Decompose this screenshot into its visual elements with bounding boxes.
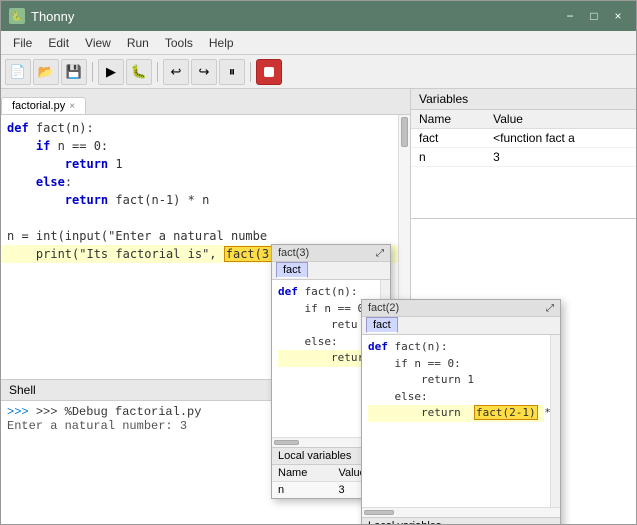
pause-button[interactable]: ⏸ bbox=[219, 59, 245, 85]
variables-panel-header: Variables bbox=[411, 89, 636, 110]
cf2-h-thumb[interactable] bbox=[364, 510, 394, 515]
close-button[interactable]: × bbox=[608, 7, 628, 25]
menu-edit[interactable]: Edit bbox=[40, 34, 77, 52]
main-window: 🐍 Thonny − □ × File Edit View Run Tools … bbox=[0, 0, 637, 525]
code-line-6 bbox=[7, 209, 392, 227]
code-line-7: n = int(input("Enter a natural numbe bbox=[7, 227, 392, 245]
window-title: Thonny bbox=[31, 9, 74, 24]
toolbar-separator-1 bbox=[92, 62, 93, 82]
cf2-line-4: else: bbox=[368, 389, 544, 406]
menu-run[interactable]: Run bbox=[119, 34, 157, 52]
cf1-col-name: Name bbox=[272, 465, 332, 482]
editor-scroll-thumb[interactable] bbox=[401, 117, 408, 147]
tab-label: factorial.py bbox=[12, 100, 65, 112]
call-frame-fact2-code: def fact(n): if n == 0: return 1 else: r… bbox=[362, 335, 550, 507]
code-line-2: if n == 0: bbox=[7, 137, 392, 155]
menu-help[interactable]: Help bbox=[201, 34, 242, 52]
variables-table: Name Value fact <function fact a n 3 bbox=[411, 110, 636, 167]
cf1-h-thumb[interactable] bbox=[274, 440, 299, 445]
open-file-button[interactable]: 📂 bbox=[33, 59, 59, 85]
code-line-5: return fact(n-1) * n bbox=[7, 191, 392, 209]
toolbar: 📄 📂 💾 ▶ 🐛 ↩ ↪ ⏸ bbox=[1, 55, 636, 89]
call-frame-fact2: fact(2) ⤢ fact def fact(n): if n == 0: r… bbox=[361, 299, 561, 524]
window-controls: − □ × bbox=[560, 7, 628, 25]
var-row-n: n 3 bbox=[411, 148, 636, 167]
menu-file[interactable]: File bbox=[5, 34, 40, 52]
minimize-button[interactable]: − bbox=[560, 7, 580, 25]
cf1-line-5: retur bbox=[278, 350, 374, 367]
title-bar-left: 🐍 Thonny bbox=[9, 8, 74, 24]
menu-tools[interactable]: Tools bbox=[157, 34, 201, 52]
call-frame-fact2-tab-area: fact bbox=[362, 317, 560, 335]
cf2-line-3: return 1 bbox=[368, 372, 544, 389]
toolbar-separator-2 bbox=[157, 62, 158, 82]
call-frame-fact2-local-vars: Local variables Name Value n 2 bbox=[362, 517, 560, 524]
menu-bar: File Edit View Run Tools Help bbox=[1, 31, 636, 55]
cf2-local-vars-header: Local variables bbox=[362, 518, 560, 524]
cf2-line-1: def fact(n): bbox=[368, 339, 544, 356]
title-bar: 🐍 Thonny − □ × bbox=[1, 1, 636, 31]
call-frame-fact2-label: fact(2) bbox=[368, 302, 399, 314]
step-forward-button[interactable]: ↪ bbox=[191, 59, 217, 85]
cf1-line-1: def fact(n): bbox=[278, 284, 374, 301]
cf1-line-3: retu bbox=[278, 317, 374, 334]
tab-close-icon[interactable]: × bbox=[69, 101, 75, 112]
var-n-value: 3 bbox=[485, 148, 636, 167]
save-file-button[interactable]: 💾 bbox=[61, 59, 87, 85]
code-line-3: return 1 bbox=[7, 155, 392, 173]
toolbar-separator-3 bbox=[250, 62, 251, 82]
call-frame-fact3-label: fact(3) bbox=[278, 247, 309, 259]
call-frame-fact3-tab[interactable]: fact bbox=[276, 262, 308, 278]
var-row-fact: fact <function fact a bbox=[411, 129, 636, 148]
call-frame-fact2-expand[interactable]: ⤢ bbox=[546, 303, 554, 314]
call-frame-fact2-tab[interactable]: fact bbox=[366, 317, 398, 333]
cf2-line-5: return fact(2-1) * n bbox=[368, 405, 544, 422]
code-line-4: else: bbox=[7, 173, 392, 191]
editor-tab-bar: factorial.py × bbox=[1, 89, 410, 115]
cf1-line-4: else: bbox=[278, 334, 374, 351]
stop-icon bbox=[262, 65, 276, 79]
shell-prompt-1: >>> bbox=[7, 405, 36, 419]
maximize-button[interactable]: □ bbox=[584, 7, 604, 25]
new-file-button[interactable]: 📄 bbox=[5, 59, 31, 85]
variables-panel: Variables Name Value fact <function fact… bbox=[411, 89, 636, 219]
shell-cmd-1: >>> %Debug factorial.py bbox=[36, 405, 202, 419]
call-frame-fact2-h-scroll[interactable] bbox=[362, 507, 560, 517]
var-n-name: n bbox=[411, 148, 485, 167]
main-area: factorial.py × def fact(n): if n == 0: r… bbox=[1, 89, 636, 524]
call-frame-fact3-expand[interactable]: ⤢ bbox=[376, 248, 384, 259]
var-fact-value: <function fact a bbox=[485, 129, 636, 148]
step-back-button[interactable]: ↩ bbox=[163, 59, 189, 85]
editor-tab-factorial[interactable]: factorial.py × bbox=[1, 97, 86, 114]
cf2-highlighted-call: fact(2-1) bbox=[474, 405, 538, 420]
var-col-value: Value bbox=[485, 110, 636, 129]
cf1-var-n-name: n bbox=[272, 482, 332, 499]
call-frame-fact2-scrollbar[interactable] bbox=[550, 335, 560, 507]
stop-button[interactable] bbox=[256, 59, 282, 85]
cf1-line-2: if n == 0: bbox=[278, 301, 374, 318]
call-frame-fact2-code-area: def fact(n): if n == 0: return 1 else: r… bbox=[362, 335, 560, 507]
call-frame-fact3-title: fact(3) ⤢ bbox=[272, 245, 390, 262]
menu-view[interactable]: View bbox=[77, 34, 119, 52]
var-fact-name: fact bbox=[411, 129, 485, 148]
cf2-line-2: if n == 0: bbox=[368, 356, 544, 373]
call-frame-fact3-tab-area: fact bbox=[272, 262, 390, 280]
call-frame-fact2-title: fact(2) ⤢ bbox=[362, 300, 560, 317]
run-button[interactable]: ▶ bbox=[98, 59, 124, 85]
var-col-name: Name bbox=[411, 110, 485, 129]
shell-output-1: Enter a natural number: 3 bbox=[7, 419, 187, 433]
code-line-1: def fact(n): bbox=[7, 119, 392, 137]
app-icon: 🐍 bbox=[9, 8, 25, 24]
debug-button[interactable]: 🐛 bbox=[126, 59, 152, 85]
